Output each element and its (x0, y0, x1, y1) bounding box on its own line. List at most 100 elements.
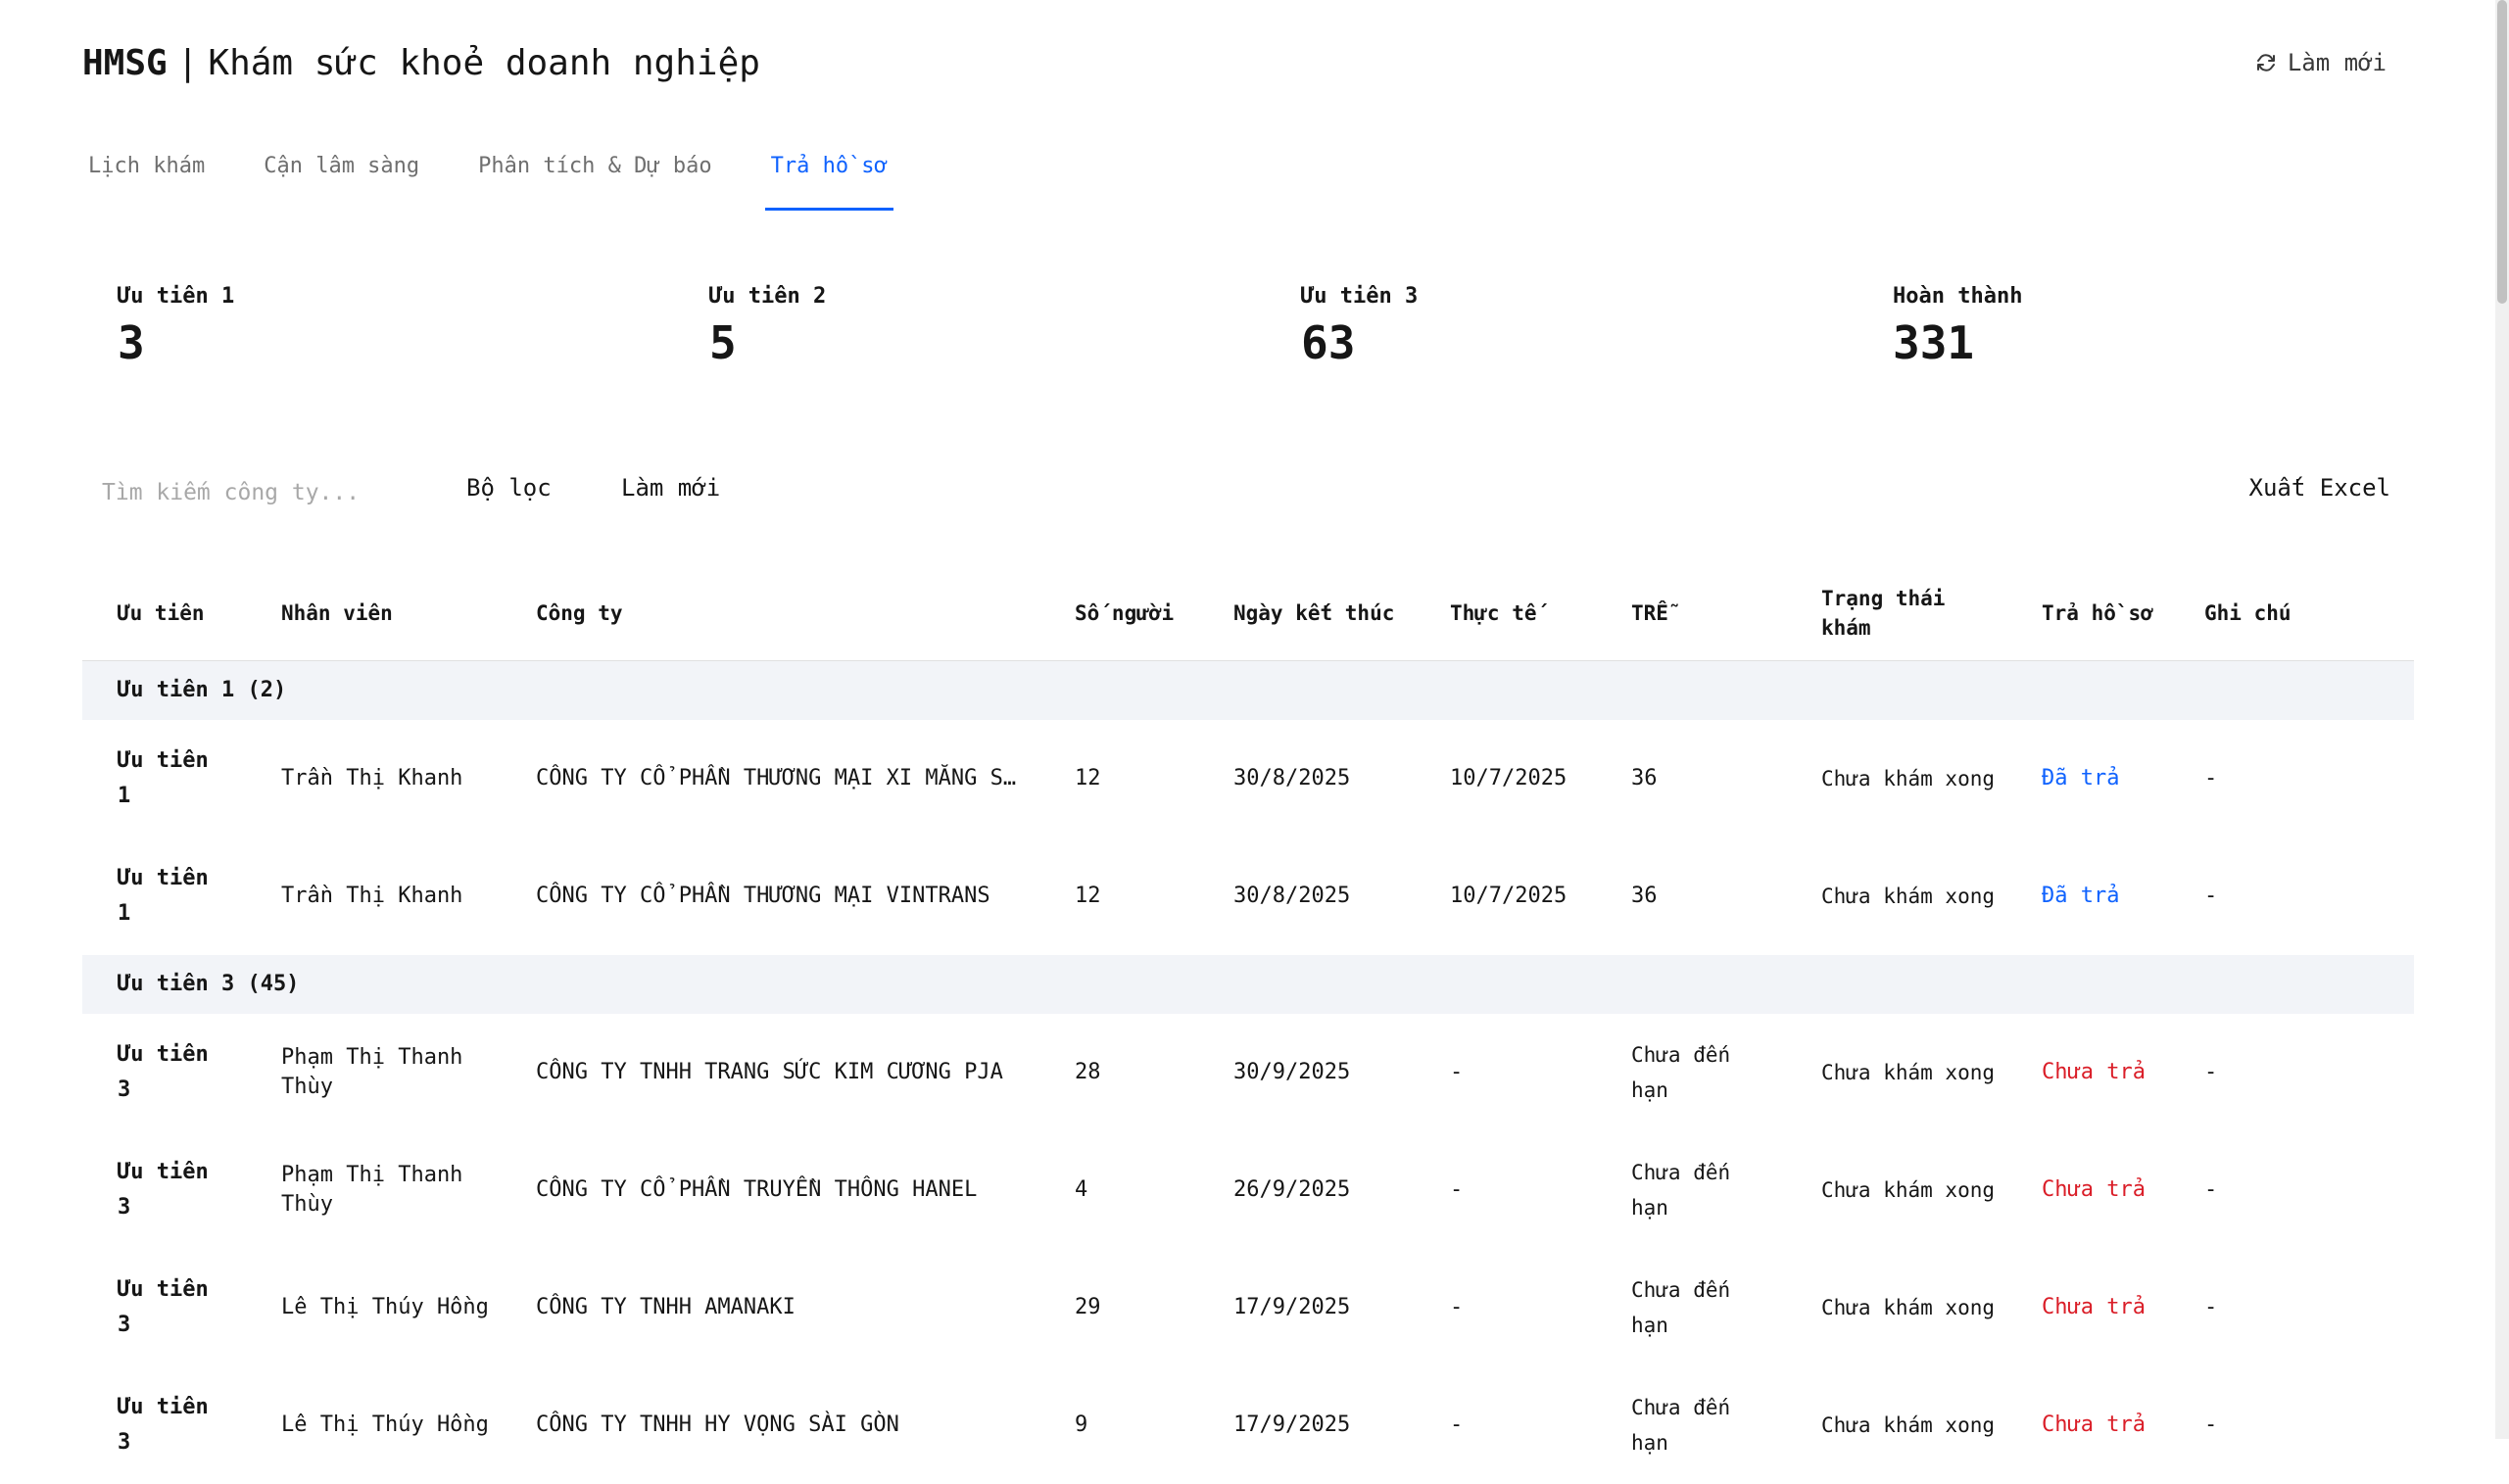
group-row-priority-3[interactable]: Ưu tiên 3 (45) (82, 955, 2414, 1014)
brand-name: HMSG (82, 43, 168, 83)
cell-end-date: 30/8/2025 (1198, 838, 1415, 955)
stat-card-completed: Hoàn thành 331 (1893, 284, 2022, 369)
group-label: Ưu tiên 3 (45) (82, 955, 2414, 1014)
cell-people: 12 (1039, 838, 1198, 955)
cell-company: CÔNG TY TNHH HY VỌNG SÀI GÒN (501, 1366, 1039, 1484)
cell-returned-status[interactable]: Chưa trả (2006, 1014, 2169, 1131)
cell-staff: Lê Thị Thúy Hồng (246, 1366, 501, 1484)
table-body: Ưu tiên 1 (2) Ưu tiên 1 Trần Thị Khanh C… (82, 661, 2414, 1484)
cell-staff: Lê Thị Thúy Hồng (246, 1249, 501, 1366)
tab-return-records[interactable]: Trả hồ sơ (765, 147, 893, 211)
cell-priority: Ưu tiên 1 (82, 838, 246, 955)
cell-end-date: 17/9/2025 (1198, 1249, 1415, 1366)
cell-returned-status[interactable]: Chưa trả (2006, 1131, 2169, 1249)
cell-end-date: 26/9/2025 (1198, 1131, 1415, 1249)
cell-exam-status: Chưa khám xong (1786, 1249, 2006, 1366)
cell-end-date: 30/8/2025 (1198, 720, 1415, 838)
cell-returned-status[interactable]: Đã trả (2006, 838, 2169, 955)
table-row[interactable]: Ưu tiên 3 Phạm Thị Thanh Thùy CÔNG TY CỔ… (82, 1131, 2414, 1249)
scrollbar-thumb[interactable] (2497, 0, 2507, 304)
stat-label: Ưu tiên 3 (1301, 284, 1418, 309)
stat-value: 63 (1301, 316, 1418, 369)
cell-note: - (2169, 1131, 2414, 1249)
cell-note: - (2169, 1249, 2414, 1366)
cell-late: Chưa đến hạn (1596, 1249, 1786, 1366)
column-header-exam-status[interactable]: Trạng thái khám (1786, 566, 2006, 661)
page-scrollbar[interactable] (2495, 0, 2509, 1439)
column-header-returned[interactable]: Trả hồ sơ (2006, 566, 2169, 661)
cell-returned-status[interactable]: Chưa trả (2006, 1366, 2169, 1484)
cell-exam-status: Chưa khám xong (1786, 1131, 2006, 1249)
cell-note: - (2169, 1014, 2414, 1131)
stat-card-priority-3: Ưu tiên 3 63 (1301, 284, 1418, 369)
export-excel-button[interactable]: Xuất Excel (2249, 474, 2391, 502)
records-table: Ưu tiên Nhân viên Công ty Số người Ngày … (82, 566, 2414, 1484)
app-title: HMSG|Khám sức khoẻ doanh nghiệp (82, 43, 760, 83)
tab-schedule[interactable]: Lịch khám (82, 147, 211, 208)
column-header-company[interactable]: Công ty (501, 566, 1039, 661)
cell-people: 12 (1039, 720, 1198, 838)
group-row-priority-1[interactable]: Ưu tiên 1 (2) (82, 661, 2414, 721)
cell-late: 36 (1596, 838, 1786, 955)
table-row[interactable]: Ưu tiên 3 Lê Thị Thúy Hồng CÔNG TY TNHH … (82, 1249, 2414, 1366)
cell-staff: Phạm Thị Thanh Thùy (246, 1131, 501, 1249)
tab-paraclinical[interactable]: Cận lâm sàng (258, 147, 425, 208)
cell-people: 9 (1039, 1366, 1198, 1484)
filter-button[interactable]: Bộ lọc (466, 474, 552, 502)
cell-late: Chưa đến hạn (1596, 1366, 1786, 1484)
cell-people: 28 (1039, 1014, 1198, 1131)
cell-late: Chưa đến hạn (1596, 1014, 1786, 1131)
cell-actual: - (1415, 1366, 1596, 1484)
table-row[interactable]: Ưu tiên 1 Trần Thị Khanh CÔNG TY CỔ PHẦN… (82, 720, 2414, 838)
refresh-button[interactable]: Làm mới (621, 474, 720, 502)
stat-value: 5 (709, 316, 826, 369)
cell-exam-status: Chưa khám xong (1786, 1014, 2006, 1131)
cell-actual: - (1415, 1014, 1596, 1131)
column-header-late[interactable]: TRỄ (1596, 566, 1786, 661)
cell-actual: - (1415, 1249, 1596, 1366)
header-refresh-button[interactable]: Làm mới (2254, 49, 2387, 76)
table-toolbar: Bộ lọc Làm mới Xuất Excel (82, 460, 2414, 523)
stat-label: Ưu tiên 1 (118, 284, 234, 309)
title-separator: | (177, 43, 199, 83)
tab-analysis-forecast[interactable]: Phân tích & Dự báo (472, 147, 717, 208)
cell-people: 29 (1039, 1249, 1198, 1366)
column-header-note[interactable]: Ghi chú (2169, 566, 2414, 661)
cell-returned-status[interactable]: Chưa trả (2006, 1249, 2169, 1366)
cell-actual: - (1415, 1131, 1596, 1249)
column-header-priority[interactable]: Ưu tiên (82, 566, 246, 661)
column-header-actual[interactable]: Thực tế (1415, 566, 1596, 661)
cell-actual: 10/7/2025 (1415, 720, 1596, 838)
cell-staff: Trần Thị Khanh (246, 720, 501, 838)
cell-exam-status: Chưa khám xong (1786, 720, 2006, 838)
stats-summary: Ưu tiên 1 3 Ưu tiên 2 5 Ưu tiên 3 63 Hoà… (82, 284, 2414, 392)
cell-actual: 10/7/2025 (1415, 838, 1596, 955)
stat-card-priority-1: Ưu tiên 1 3 (118, 284, 234, 369)
group-label: Ưu tiên 1 (2) (82, 661, 2414, 721)
column-header-end-date[interactable]: Ngày kết thúc (1198, 566, 1415, 661)
cell-end-date: 30/9/2025 (1198, 1014, 1415, 1131)
cell-staff: Phạm Thị Thanh Thùy (246, 1014, 501, 1131)
table-row[interactable]: Ưu tiên 1 Trần Thị Khanh CÔNG TY CỔ PHẦN… (82, 838, 2414, 955)
cell-company: CÔNG TY TNHH AMANAKI (501, 1249, 1039, 1366)
company-search-input[interactable] (100, 472, 437, 513)
column-header-people[interactable]: Số người (1039, 566, 1198, 661)
stat-value: 331 (1893, 316, 2022, 369)
cell-late: Chưa đến hạn (1596, 1131, 1786, 1249)
cell-people: 4 (1039, 1131, 1198, 1249)
cell-company: CÔNG TY CỔ PHẦN THƯƠNG MẠI XI MĂNG SA… (501, 720, 1039, 838)
cell-priority: Ưu tiên 3 (82, 1131, 246, 1249)
stat-value: 3 (118, 316, 234, 369)
app-header: HMSG|Khám sức khoẻ doanh nghiệp Làm mới (82, 35, 2414, 94)
column-header-staff[interactable]: Nhân viên (246, 566, 501, 661)
table-header: Ưu tiên Nhân viên Công ty Số người Ngày … (82, 566, 2414, 661)
cell-note: - (2169, 720, 2414, 838)
stat-card-priority-2: Ưu tiên 2 5 (709, 284, 826, 369)
cell-late: 36 (1596, 720, 1786, 838)
stat-label: Ưu tiên 2 (709, 284, 826, 309)
cell-returned-status[interactable]: Đã trả (2006, 720, 2169, 838)
cell-company: CÔNG TY CỔ PHẦN THƯƠNG MẠI VINTRANS (501, 838, 1039, 955)
table-row[interactable]: Ưu tiên 3 Phạm Thị Thanh Thùy CÔNG TY TN… (82, 1014, 2414, 1131)
cell-company: CÔNG TY CỔ PHẦN TRUYỀN THÔNG HANEL (501, 1131, 1039, 1249)
table-row[interactable]: Ưu tiên 3 Lê Thị Thúy Hồng CÔNG TY TNHH … (82, 1366, 2414, 1484)
